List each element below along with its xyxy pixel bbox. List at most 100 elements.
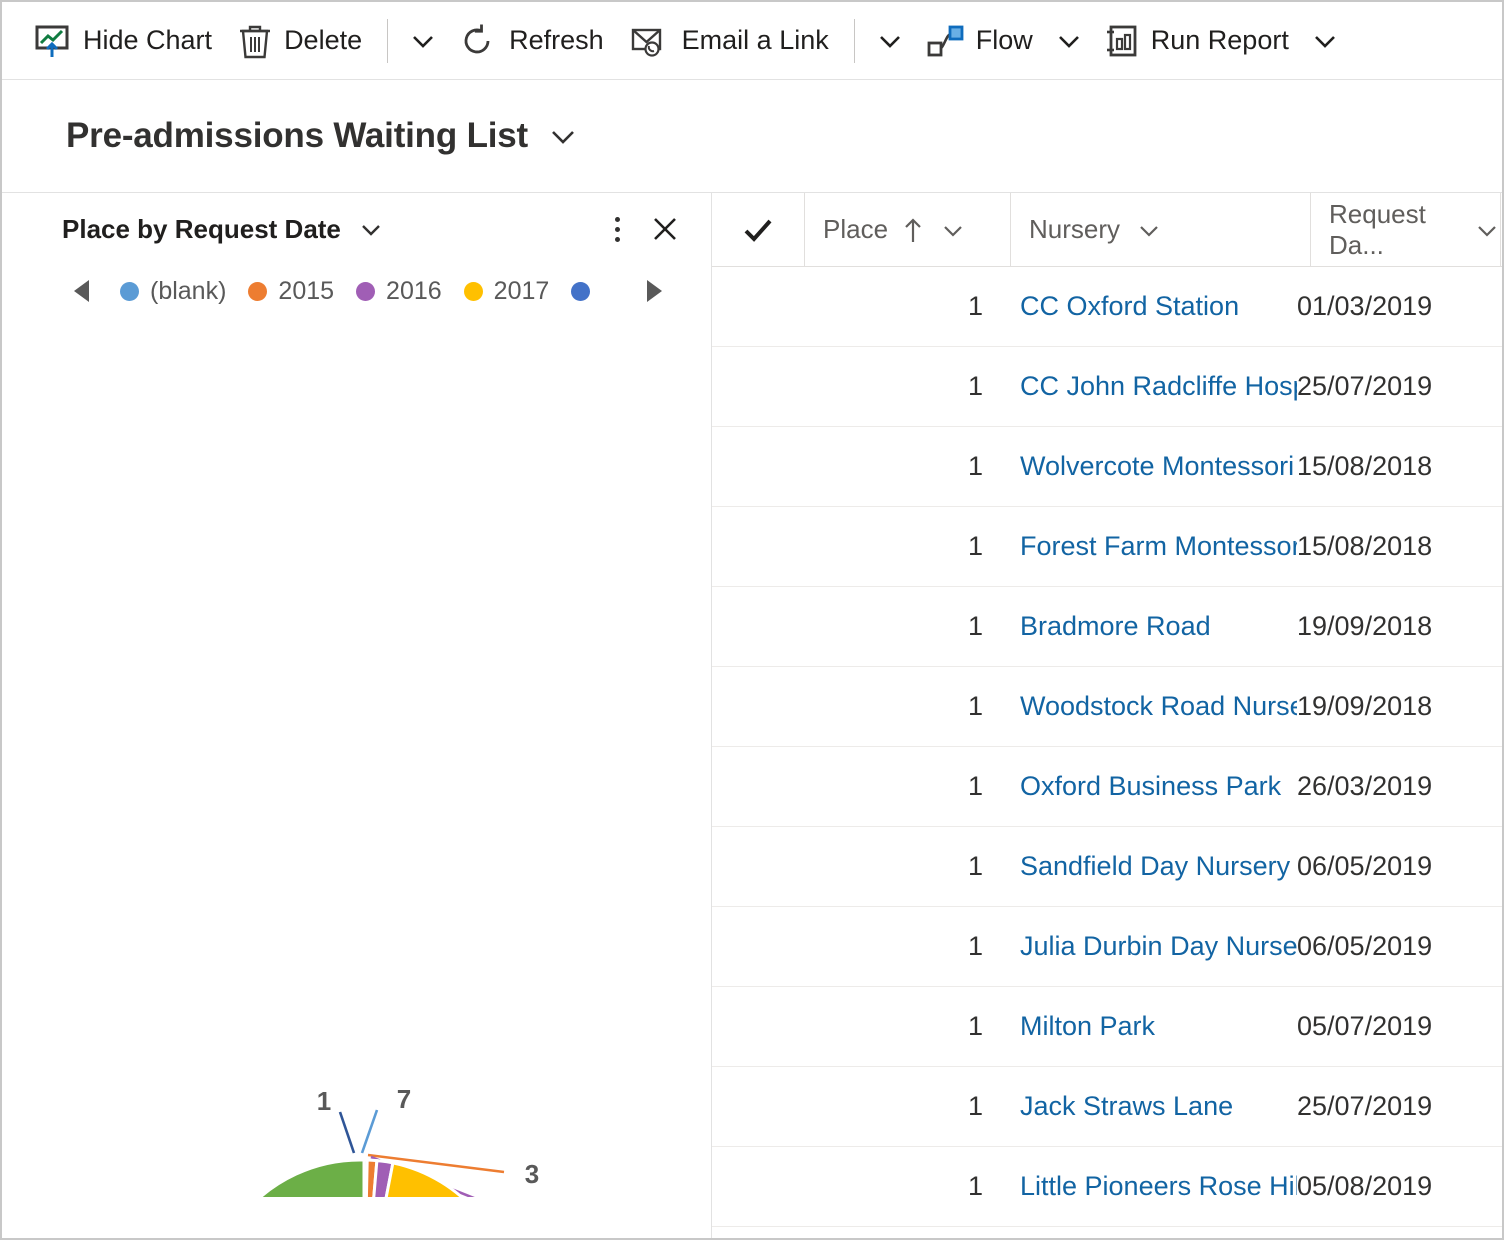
nursery-link[interactable]: Oxford Business Park [1020,771,1281,801]
pie-chart[interactable]: 1 7 3 5 47 222 604 [2,317,712,1197]
table-row[interactable]: 1 Little Pioneers Rose Hill 05/08/2019 [712,1147,1502,1227]
flow-chevron[interactable] [1046,11,1092,71]
cell-nursery[interactable]: Sandfield Day Nursery [1010,851,1297,882]
page-title: Pre-admissions Waiting List [66,116,528,155]
cell-nursery[interactable]: Bradmore Road [1010,611,1297,642]
legend-item-2017[interactable]: 2017 [463,277,549,306]
run-report-button[interactable]: Run Report [1092,11,1302,71]
cell-nursery[interactable]: Jack Straws Lane [1010,1091,1297,1122]
column-header-request-date[interactable]: Request Da... [1310,193,1500,267]
chevron-down-icon [940,217,966,243]
chart-close-button[interactable] [641,205,689,253]
column-menu-nursery[interactable] [1136,217,1162,243]
overflow-chevron-1[interactable] [400,11,446,71]
table-row[interactable]: 1 Jack Straws Lane 25/07/2019 [712,1067,1502,1147]
nursery-link[interactable]: Bradmore Road [1020,611,1211,641]
chevron-down-icon [1309,25,1341,57]
legend-item-2015[interactable]: 2015 [248,277,334,306]
cell-place: 1 [967,1171,983,1201]
legend-next-button[interactable] [637,274,671,308]
column-header-place[interactable]: Place [804,193,1010,267]
table-row[interactable]: 1 CC John Radcliffe Hospital 25/07/2019 [712,347,1502,427]
leader-line-7 [360,1109,379,1154]
column-header-nursery[interactable]: Nursery [1010,193,1310,267]
cell-nursery[interactable]: Little Pioneers Rose Hill [1010,1171,1297,1202]
nursery-link[interactable]: Woodstock Road Nursery [1020,691,1297,721]
cell-nursery[interactable]: Oxford Business Park [1010,771,1297,802]
nursery-link[interactable]: CC John Radcliffe Hospital [1020,371,1297,401]
cell-request-date: 19/09/2018 [1297,611,1433,641]
refresh-icon [459,22,497,60]
cell-nursery[interactable]: Julia Durbin Day Nursery [1010,931,1297,962]
chevron-down-icon [546,119,580,153]
table-row[interactable]: 1 Forest Farm Montessori 15/08/2018 [712,507,1502,587]
email-a-link-label: Email a Link [681,25,829,55]
table-row[interactable]: 1 Julia Durbin Day Nursery 06/05/2019 [712,907,1502,987]
legend-label-2015: 2015 [278,276,335,305]
legend-item-truncated[interactable] [571,281,601,301]
cell-place: 1 [967,691,983,721]
legend-swatch-truncated [571,281,591,301]
nursery-link[interactable]: Little Pioneers Rose Hill [1020,1171,1297,1201]
chevron-down-icon [1136,217,1162,243]
cell-nursery[interactable]: CC Oxford Station [1010,291,1297,322]
hide-chart-button[interactable]: Hide Chart [20,11,225,71]
legend-swatch-2016 [356,281,376,301]
records-grid: Place Nursery Request Da... 1 CC Oxford … [712,193,1502,1238]
table-row[interactable]: 1 Milton Park 05/07/2019 [712,987,1502,1067]
chevron-down-icon [357,215,385,243]
overflow-chevron-2[interactable] [867,11,913,71]
cell-nursery[interactable]: Milton Park [1010,1011,1297,1042]
legend-item-blank[interactable]: (blank) [120,277,226,306]
nursery-link[interactable]: Jack Straws Lane [1020,1091,1233,1121]
chart-header: Place by Request Date [2,193,711,265]
refresh-button[interactable]: Refresh [446,11,617,71]
cell-nursery[interactable]: Wolvercote Montessori [1010,451,1297,482]
delete-button[interactable]: Delete [225,11,375,71]
run-report-icon [1105,22,1139,60]
chevron-down-icon [407,25,439,57]
nursery-link[interactable]: Wolvercote Montessori [1020,451,1294,481]
legend-prev-button[interactable] [64,274,98,308]
command-bar: Hide Chart Delete Refresh Email a Link F… [2,2,1502,80]
cell-request-date: 01/03/2019 [1297,291,1433,321]
checkmark-icon [741,213,775,247]
cell-nursery[interactable]: Woodstock Road Nursery [1010,691,1297,722]
chart-more-options-button[interactable] [593,205,641,253]
nursery-link[interactable]: CC Oxford Station [1020,291,1239,321]
select-all-checkbox[interactable] [712,193,804,267]
legend-item-2016[interactable]: 2016 [356,277,442,306]
flow-button[interactable]: Flow [913,11,1046,71]
view-selector-chevron[interactable] [546,119,580,153]
table-row[interactable]: 1 Sandfield Day Nursery 06/05/2019 [712,827,1502,907]
nursery-link[interactable]: Sandfield Day Nursery [1020,851,1290,881]
cell-place: 1 [967,851,983,881]
cell-nursery[interactable]: CC John Radcliffe Hospital [1010,371,1297,402]
table-row[interactable]: 1 Bradmore Road 19/09/2018 [712,587,1502,667]
pie-label-3: 3 [525,1159,539,1189]
cell-request-date: 06/05/2019 [1297,931,1433,961]
cell-request-date: 25/07/2019 [1297,371,1433,401]
cell-place: 1 [967,291,983,321]
column-menu-request-date[interactable] [1474,217,1500,243]
nursery-link[interactable]: Julia Durbin Day Nursery [1020,931,1297,961]
column-header-place-label: Place [823,214,889,244]
email-a-link-button[interactable]: Email a Link [617,11,842,71]
column-header-overflow [1500,193,1502,267]
pie-chart-svg: 1 7 3 5 47 222 604 [258,1084,539,1197]
table-row[interactable]: 1 Wolvercote Montessori 15/08/2018 [712,427,1502,507]
run-report-chevron[interactable] [1302,11,1348,71]
cell-place: 1 [967,371,983,401]
nursery-link[interactable]: Forest Farm Montessori [1020,531,1297,561]
refresh-label: Refresh [509,25,604,55]
chevron-down-icon [1474,217,1500,243]
chart-selector-chevron[interactable] [357,215,385,243]
nursery-link[interactable]: Milton Park [1020,1011,1155,1041]
pie-label-1: 1 [317,1086,331,1116]
pie-label-7: 7 [397,1084,411,1114]
column-menu-place[interactable] [940,217,966,243]
cell-nursery[interactable]: Forest Farm Montessori [1010,531,1297,562]
table-row[interactable]: 1 CC Oxford Station 01/03/2019 [712,267,1502,347]
table-row[interactable]: 1 Woodstock Road Nursery 19/09/2018 [712,667,1502,747]
table-row[interactable]: 1 Oxford Business Park 26/03/2019 [712,747,1502,827]
